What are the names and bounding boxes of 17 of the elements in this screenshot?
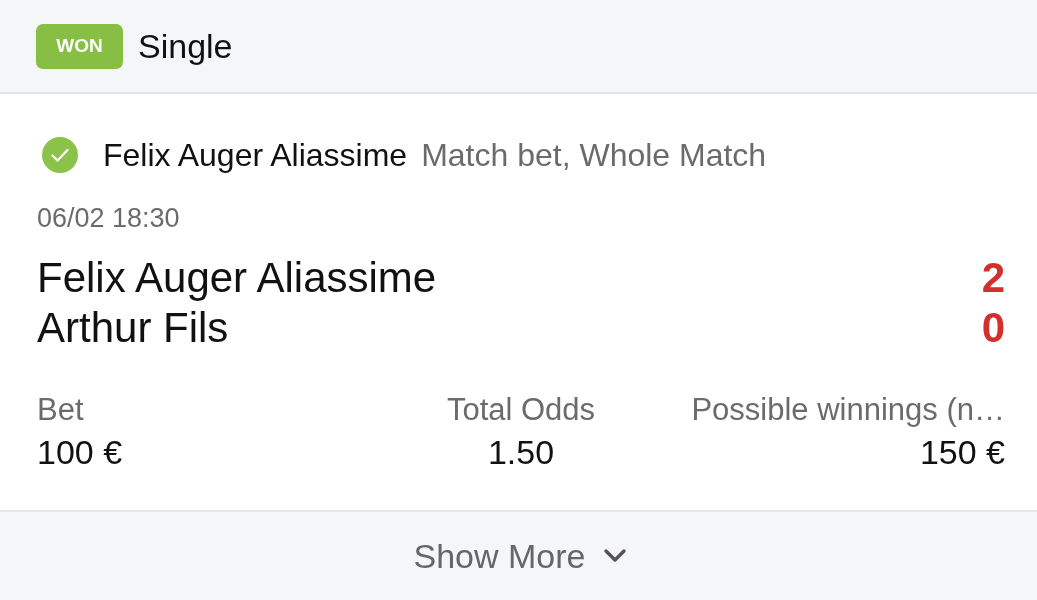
selection-name: Felix Auger Aliassime bbox=[103, 136, 408, 174]
odds-label: Total Odds bbox=[446, 391, 596, 429]
player-name: Arthur Fils bbox=[37, 304, 229, 352]
player-score: 2 bbox=[981, 254, 1005, 302]
player-name: Felix Auger Aliassime bbox=[37, 254, 437, 302]
event-datetime: 06/02 18:30 bbox=[37, 202, 180, 235]
odds-value: 1.50 bbox=[487, 432, 555, 473]
winnings-amount: 150 € bbox=[919, 432, 1005, 473]
bet-amount: 100 € bbox=[37, 432, 123, 473]
bet-label: Bet bbox=[37, 391, 84, 429]
player-score: 0 bbox=[981, 304, 1005, 352]
market-label: Match bet, Whole Match bbox=[421, 136, 767, 174]
status-badge: WON bbox=[36, 23, 123, 69]
show-more-button[interactable]: Show More bbox=[407, 532, 634, 580]
bet-type-label: Single bbox=[138, 26, 233, 67]
chevron-down-icon bbox=[603, 548, 628, 564]
winnings-label: Possible winnings (n… bbox=[691, 391, 1005, 429]
